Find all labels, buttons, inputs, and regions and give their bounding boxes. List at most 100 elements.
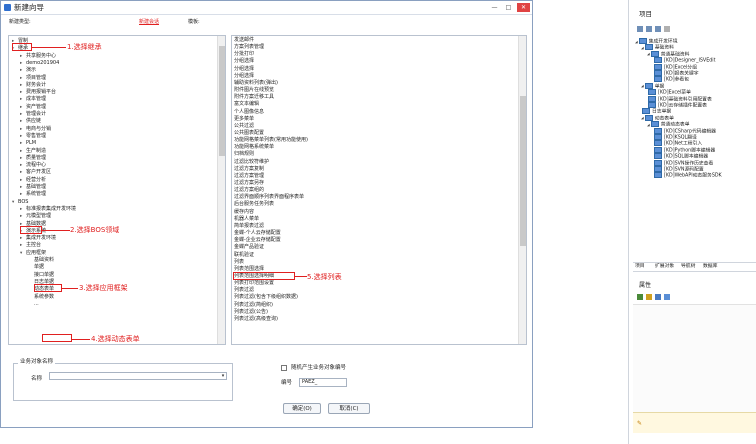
cancel-button[interactable]: 取消(C) bbox=[328, 403, 370, 414]
minimize-button[interactable]: — bbox=[488, 3, 501, 12]
folder-icon bbox=[644, 114, 653, 121]
tree-node[interactable]: 接口单据 bbox=[28, 272, 54, 279]
tree-node[interactable]: ▾ 应用框架 bbox=[20, 250, 46, 257]
template-item[interactable]: 列表过滤(简组织) bbox=[234, 302, 273, 309]
tree-node[interactable]: ▸ 财务会计 bbox=[20, 82, 46, 89]
tree-node[interactable]: ▸ 共享服务中心 bbox=[20, 53, 56, 60]
ide-properties-toolbar bbox=[637, 294, 677, 302]
annotation-step2: 2.选择BOS领域 bbox=[70, 226, 120, 234]
ide-description-area bbox=[633, 412, 756, 433]
template-item[interactable]: 分组选择 bbox=[234, 66, 254, 73]
sort-icon[interactable] bbox=[646, 294, 652, 300]
ok-button[interactable]: 确定(O) bbox=[283, 403, 321, 414]
template-item[interactable]: 过滤方案复制 bbox=[234, 166, 264, 173]
template-item[interactable]: 更多菜单 bbox=[234, 116, 254, 123]
tree-node[interactable]: 系统参数 bbox=[28, 294, 54, 301]
template-item[interactable]: 金蝶产品验证 bbox=[234, 244, 264, 251]
ide-tree-toggle-icon[interactable]: ◢ bbox=[635, 40, 638, 44]
template-item[interactable]: 列表 bbox=[234, 259, 244, 266]
list-scrollbar-thumb[interactable] bbox=[520, 96, 526, 246]
template-item[interactable]: 过滤比较符维护 bbox=[234, 159, 269, 166]
tree-node[interactable]: ▾ BOS bbox=[12, 199, 28, 206]
ide-tree-node[interactable]: [KD]WebAPI动态服务SDK bbox=[653, 172, 722, 179]
ide-tree-node-label: [KD]参看包 bbox=[664, 77, 689, 83]
ide-tree-toggle-icon[interactable]: ◢ bbox=[647, 52, 650, 56]
copy-icon[interactable] bbox=[655, 26, 661, 32]
template-item[interactable]: 富文本编辑 bbox=[234, 101, 259, 108]
tree-node[interactable]: ▸ 生产制造 bbox=[20, 148, 46, 155]
tree-scrollbar-thumb[interactable] bbox=[219, 46, 225, 156]
template-item[interactable]: 公共过滤 bbox=[234, 123, 254, 130]
save-icon[interactable] bbox=[646, 26, 652, 32]
template-item[interactable]: 缓存内容 bbox=[234, 209, 254, 216]
code-input[interactable]: PAEZ_ bbox=[299, 378, 347, 387]
template-item[interactable]: 公共图表配置 bbox=[234, 130, 264, 137]
ide-project-tree: ◢ 集成开发环境 ◢ 基础资料 ◢ 普通基础资料 [KD]Designer_ISVEdit[… bbox=[633, 38, 756, 256]
template-item[interactable]: 机器人菜单 bbox=[234, 216, 259, 223]
tree-node[interactable]: ▸ 资产管理 bbox=[20, 104, 46, 111]
ide-tab[interactable]: 项目 bbox=[635, 263, 645, 271]
tree-node-label: 应用框架 bbox=[26, 249, 47, 256]
tree-node-label: 项目管理 bbox=[26, 74, 47, 81]
tree-node[interactable]: ▸ 元模型管理 bbox=[20, 213, 51, 220]
template-item[interactable]: 列表过滤(公告) bbox=[234, 309, 268, 316]
events-icon[interactable] bbox=[664, 294, 670, 300]
template-item[interactable]: 分组选择 bbox=[234, 73, 254, 80]
template-item[interactable]: 分组选择 bbox=[234, 58, 254, 65]
template-item[interactable]: 个人图像信息 bbox=[234, 109, 264, 116]
tree-node[interactable]: ▸ 成本管理 bbox=[20, 96, 46, 103]
ide-tab[interactable]: 数据库 bbox=[703, 263, 717, 271]
template-item[interactable]: 过滤方案管理 bbox=[234, 173, 264, 180]
tree-node[interactable]: ... bbox=[28, 301, 39, 308]
ide-tree-toggle-icon[interactable]: ◢ bbox=[647, 123, 650, 127]
highlight-list bbox=[233, 272, 295, 280]
tree-node-label: 电商与分销 bbox=[26, 125, 52, 132]
close-button[interactable]: ✕ bbox=[517, 3, 530, 12]
properties-icon[interactable] bbox=[655, 294, 661, 300]
ide-panel-title: 项目 bbox=[639, 10, 652, 18]
tree-node[interactable]: ▸ 经营分析 bbox=[20, 177, 46, 184]
tree-node[interactable]: ▸ PLM bbox=[20, 140, 36, 147]
tree-node[interactable]: ▸ 电商与分销 bbox=[20, 126, 51, 133]
maximize-button[interactable]: □ bbox=[502, 3, 515, 12]
ide-tree-toggle-icon[interactable]: ◢ bbox=[641, 84, 644, 88]
ide-tab[interactable]: 导航树 bbox=[681, 263, 695, 271]
ide-tab[interactable]: 扩展对象 bbox=[655, 263, 674, 271]
tree-node[interactable]: ▸ 供应链 bbox=[20, 118, 41, 125]
name-select[interactable] bbox=[49, 372, 227, 380]
tree-node-label: 系统参数 bbox=[34, 293, 55, 300]
tree-node[interactable]: ▸ 演示 bbox=[20, 67, 36, 74]
random-code-checkbox[interactable] bbox=[281, 365, 287, 371]
list-scrollbar[interactable] bbox=[518, 36, 526, 344]
tree-node-label: 客户开发区 bbox=[26, 169, 52, 176]
tree-node[interactable]: ▸ 客户开发区 bbox=[20, 169, 51, 176]
tree-scrollbar[interactable] bbox=[217, 36, 225, 344]
template-item[interactable]: 辅助资料列表(弹出) bbox=[234, 80, 278, 87]
template-item[interactable]: 列表过滤(高级查询) bbox=[234, 316, 278, 323]
title-bar[interactable]: 新建向导 — □ ✕ bbox=[1, 1, 532, 15]
tree-node[interactable]: ▸ 主控台 bbox=[20, 242, 41, 249]
refresh-icon[interactable] bbox=[637, 26, 643, 32]
template-list: 发送邮件 方案列表管理 分批打印 分组选择 分组选择 分组选择 辅助资料列表(弹出) 附件图片… bbox=[231, 35, 527, 345]
tree-node[interactable]: ▸ 项目管理 bbox=[20, 75, 46, 82]
template-item[interactable]: 简单报表过滤 bbox=[234, 223, 264, 230]
tree-node[interactable]: ▸ 系统管理 bbox=[20, 191, 46, 198]
tree-node-label: 系统管理 bbox=[26, 191, 47, 198]
delete-icon[interactable] bbox=[664, 26, 670, 32]
tree-node[interactable]: ▸ 质量管理 bbox=[20, 155, 46, 162]
folder-icon bbox=[654, 57, 662, 64]
folder-icon bbox=[654, 153, 662, 160]
grid-icon[interactable] bbox=[637, 294, 643, 300]
template-item[interactable]: 联机验证 bbox=[234, 252, 254, 259]
ide-tree-toggle-icon[interactable]: ◢ bbox=[641, 46, 644, 50]
tree-node[interactable]: ▸ 零售管理 bbox=[20, 133, 46, 140]
session-tag: 新建会话 bbox=[139, 19, 160, 25]
annotation-step3: 3.选择应用框架 bbox=[79, 284, 128, 292]
template-item[interactable]: 归档规则 bbox=[234, 151, 254, 158]
template-item[interactable]: 后台服务任务列表 bbox=[234, 201, 274, 208]
ide-tree-toggle-icon[interactable]: ◢ bbox=[641, 116, 644, 120]
template-item[interactable]: 列表过滤(包含下级组织数据) bbox=[234, 294, 298, 301]
tree-node[interactable]: 单据 bbox=[28, 264, 44, 271]
folder-icon bbox=[650, 121, 659, 128]
chevron-down-icon[interactable]: ▾ bbox=[219, 372, 227, 380]
